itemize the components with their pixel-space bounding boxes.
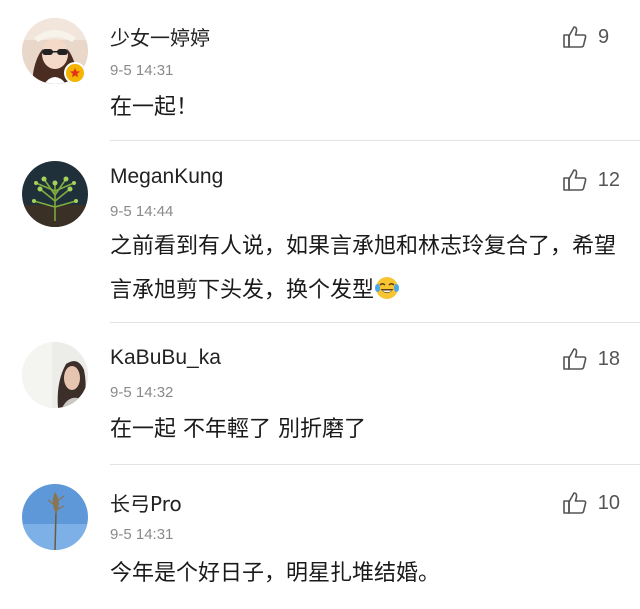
comment-time: 9-5 14:44	[110, 203, 174, 220]
thumbs-up-icon	[562, 169, 587, 191]
like-button[interactable]: 9	[562, 24, 620, 50]
comment-item: MeganKung 9-5 14:44 12 之前看到有人说，如果言承旭和林志玲…	[0, 141, 640, 323]
like-count: 9	[598, 25, 610, 48]
thumbs-up-icon	[563, 26, 587, 48]
avatar[interactable]	[22, 161, 88, 227]
comment-text: 今年是个好日子，明星扎堆结婚。	[110, 561, 441, 586]
comment-username[interactable]: KaBuBu_ka	[110, 346, 221, 370]
comment-text: 在一起！	[110, 95, 199, 120]
avatar[interactable]	[22, 484, 88, 550]
comment-text-content: 之前看到有人说，如果言承旭和林志玲复合了，希望言承旭剪下头发，换个发型	[110, 234, 617, 303]
like-count: 12	[597, 168, 620, 191]
comment-time: 9-5 14:31	[110, 526, 174, 543]
like-button[interactable]: 12	[562, 167, 620, 193]
thumbs-up-icon	[562, 492, 587, 514]
like-button[interactable]: 18	[562, 346, 620, 372]
comment-time: 9-5 14:31	[110, 62, 174, 79]
comment-item: 少女一婷婷 9-5 14:31 9 在一起！	[0, 0, 640, 141]
comment-item: KaBuBu_ka 9-5 14:32 18 在一起 不年輕了 別折磨了	[0, 322, 640, 465]
comment-text: 在一起 不年輕了 別折磨了	[110, 417, 366, 442]
comment-list: 少女一婷婷 9-5 14:31 9 在一起！ MeganKung 9-5 14:…	[0, 0, 640, 609]
comment-username[interactable]: 少女一婷婷	[110, 22, 210, 51]
comment-item: 长弓Pro 9-5 14:31 10 今年是个好日子，明星扎堆结婚。	[0, 464, 640, 609]
thumbs-up-icon	[562, 348, 587, 370]
avatar[interactable]	[22, 342, 88, 408]
like-button[interactable]: 10	[562, 490, 620, 516]
verified-badge-icon	[64, 62, 86, 84]
comment-text: 之前看到有人说，如果言承旭和林志玲复合了，希望言承旭剪下头发，换个发型	[110, 225, 622, 313]
comment-username[interactable]: 长弓Pro	[110, 488, 182, 517]
comment-time: 9-5 14:32	[110, 384, 174, 401]
laughing-tears-emoji-icon	[375, 277, 400, 299]
like-count: 18	[597, 347, 620, 370]
comment-username[interactable]: MeganKung	[110, 165, 223, 189]
like-count: 10	[597, 491, 620, 514]
